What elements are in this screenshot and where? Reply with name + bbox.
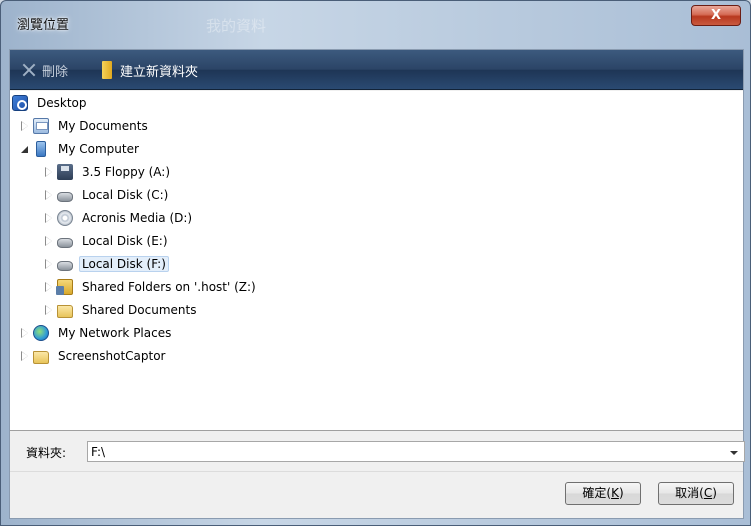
window-title: 瀏覽位置 — [17, 18, 70, 33]
delete-label: 刪除 — [42, 64, 69, 80]
folder-path-combobox[interactable]: F:\ — [87, 441, 745, 462]
background-window-title: 我的資料 — [206, 17, 267, 35]
tree-item-label: Acronis Media (D:) — [82, 211, 193, 225]
folder-icon — [57, 304, 73, 318]
tree-item-local-disk-f[interactable]: Local Disk (F:) — [44, 254, 169, 274]
dialog-body: 刪除 建立新資料夾 Desktop My Documents My Comput… — [9, 49, 745, 519]
ok-button[interactable]: 確定(K) — [565, 482, 641, 505]
tree-item-local-disk-e[interactable]: Local Disk (E:) — [44, 231, 171, 251]
expand-arrow-icon[interactable] — [44, 305, 54, 315]
desktop-icon — [12, 95, 28, 111]
new-folder-button[interactable]: 建立新資料夾 — [102, 61, 199, 80]
close-button[interactable]: X — [691, 5, 741, 26]
network-icon — [33, 325, 49, 341]
expand-arrow-icon[interactable] — [20, 328, 30, 338]
cancel-accelerator-key: C — [703, 486, 713, 500]
expand-arrow-icon[interactable] — [20, 121, 30, 131]
tree-item-label: Shared Documents — [82, 303, 197, 317]
button-bar: 確定(K) 取消(C) — [10, 471, 743, 518]
expand-arrow-icon[interactable] — [44, 236, 54, 246]
expand-arrow-icon[interactable] — [44, 259, 54, 269]
folder-path-value[interactable]: F:\ — [91, 445, 105, 459]
floppy-icon — [57, 164, 73, 180]
tree-item-desktop[interactable]: Desktop — [12, 93, 90, 113]
my-documents-icon — [33, 118, 49, 134]
tree-item-label: 3.5 Floppy (A:) — [82, 165, 171, 179]
ok-accelerator-key: K — [611, 486, 619, 500]
computer-icon — [36, 141, 46, 157]
tree-item-label: Local Disk (F:) — [79, 256, 169, 272]
cancel-label: 取消 — [675, 486, 700, 500]
folder-label: 資料夾: — [26, 446, 67, 460]
tree-item-label: Shared Folders on '.host' (Z:) — [82, 280, 256, 294]
tree-item-acronis-media-d[interactable]: Acronis Media (D:) — [44, 208, 195, 228]
hard-disk-icon — [57, 260, 73, 271]
tree-item-label: Local Disk (E:) — [82, 234, 168, 248]
tree-item-label: My Computer — [58, 142, 139, 156]
toolbar: 刪除 建立新資料夾 — [10, 50, 743, 90]
tree-item-local-disk-c[interactable]: Local Disk (C:) — [44, 185, 171, 205]
hard-disk-icon — [57, 191, 73, 202]
tree-item-label: My Network Places — [58, 326, 172, 340]
expand-arrow-icon[interactable] — [20, 351, 30, 361]
dropdown-arrow-icon[interactable] — [727, 445, 741, 459]
tree-item-label: Desktop — [37, 96, 87, 110]
folder-bar: 資料夾: F:\ — [10, 432, 745, 470]
tree-item-label: My Documents — [58, 119, 148, 133]
tree-item-shared-folders-z[interactable]: Shared Folders on '.host' (Z:) — [44, 277, 259, 297]
title-bar[interactable]: 瀏覽位置 我的資料 X — [1, 1, 750, 41]
tree-item-my-computer[interactable]: My Computer — [20, 139, 142, 159]
new-folder-icon — [102, 61, 112, 79]
browse-location-dialog: 瀏覽位置 我的資料 X 刪除 建立新資料夾 Desktop My Documen… — [0, 0, 751, 526]
tree-item-label: ScreenshotCaptor — [58, 349, 166, 363]
tree-item-my-network-places[interactable]: My Network Places — [20, 323, 174, 343]
cancel-button[interactable]: 取消(C) — [658, 482, 734, 505]
cd-drive-icon — [57, 210, 73, 226]
tree-item-screenshotcaptor[interactable]: ScreenshotCaptor — [20, 346, 169, 366]
expand-arrow-icon[interactable] — [44, 167, 54, 177]
new-folder-label: 建立新資料夾 — [120, 64, 199, 80]
delete-icon — [22, 63, 36, 77]
tree-item-floppy-a[interactable]: 3.5 Floppy (A:) — [44, 162, 173, 182]
expand-arrow-icon[interactable] — [44, 282, 54, 292]
hard-disk-icon — [57, 237, 73, 248]
tree-item-my-documents[interactable]: My Documents — [20, 116, 151, 136]
expand-arrow-icon[interactable] — [44, 190, 54, 200]
delete-button[interactable]: 刪除 — [22, 61, 69, 80]
expand-arrow-icon[interactable] — [44, 213, 54, 223]
collapse-arrow-icon[interactable] — [20, 144, 30, 154]
ok-label: 確定 — [582, 486, 607, 500]
folder-icon — [33, 350, 49, 364]
close-icon: X — [710, 8, 722, 23]
tree-item-label: Local Disk (C:) — [82, 188, 169, 202]
folder-tree[interactable]: Desktop My Documents My Computer 3.5 Flo… — [10, 91, 743, 431]
network-share-icon — [56, 279, 73, 295]
tree-item-shared-documents[interactable]: Shared Documents — [44, 300, 199, 320]
